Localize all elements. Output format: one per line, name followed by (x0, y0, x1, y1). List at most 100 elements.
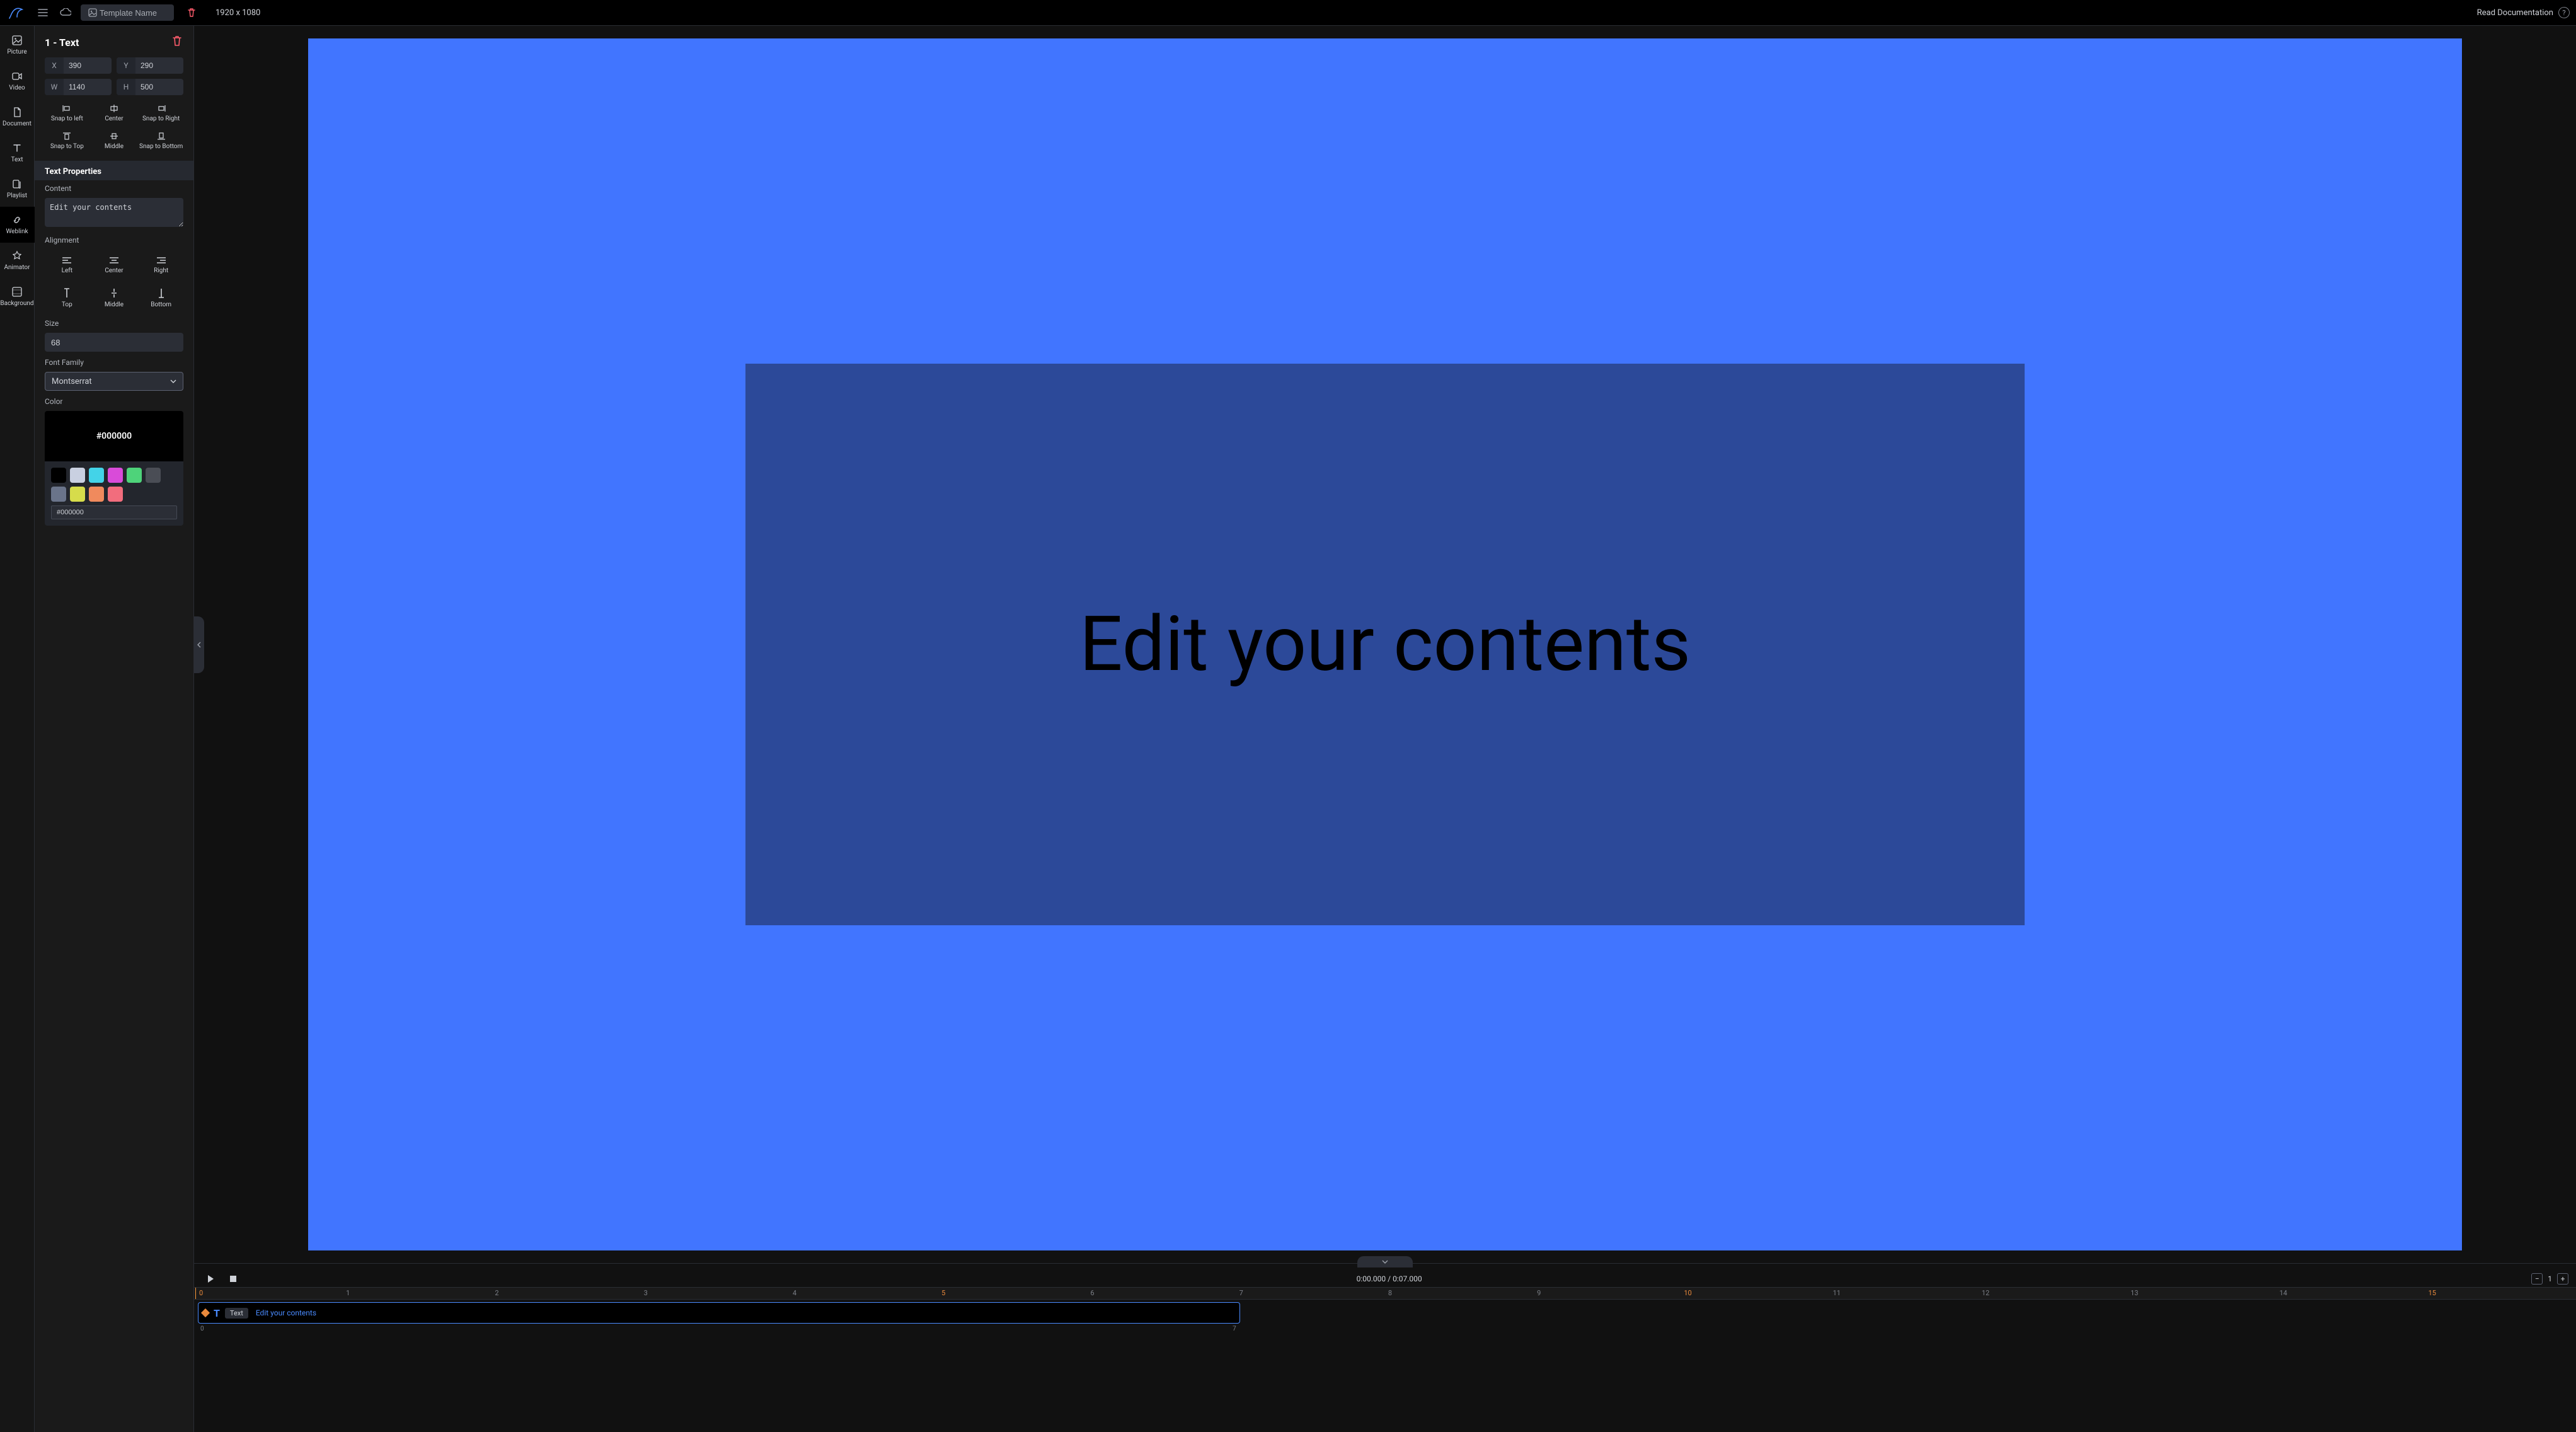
keyframe-icon (201, 1308, 210, 1317)
zoom-out-button[interactable]: − (2531, 1273, 2543, 1285)
clip-preview-text: Edit your contents (256, 1308, 316, 1317)
ruler-tick-13: 13 (2130, 1289, 2138, 1297)
zoom-value: 1 (2548, 1274, 2552, 1283)
ruler-tick-6: 6 (1090, 1289, 1094, 1297)
template-name-input[interactable] (100, 8, 169, 18)
snap-center-button[interactable]: Center (92, 104, 137, 129)
template-name-input-wrap (81, 4, 174, 21)
color-swatch-2[interactable] (89, 468, 104, 483)
color-swatch-4[interactable] (127, 468, 142, 483)
ruler-tick-5: 5 (941, 1289, 945, 1297)
size-w-input[interactable] (64, 79, 112, 95)
pos-x-field[interactable]: X (45, 57, 112, 74)
tool-background-label: Background (0, 300, 33, 307)
help-icon[interactable]: ? (2558, 7, 2570, 18)
canvas-text-element[interactable]: Edit your contents (745, 364, 2025, 925)
timeline-ruler[interactable]: 0123456789101112131415 (194, 1288, 2576, 1300)
align-center-button[interactable]: Center (92, 250, 137, 280)
ruler-tick-3: 3 (644, 1289, 648, 1297)
font-size-input[interactable] (45, 333, 183, 352)
stop-button[interactable] (224, 1271, 242, 1286)
align-middle-button[interactable]: Middle (92, 282, 137, 313)
app-logo[interactable] (8, 4, 25, 21)
color-hex-input[interactable] (51, 505, 177, 519)
play-button[interactable] (202, 1271, 219, 1286)
properties-panel: 1 - Text X Y W H Snap to left Center Sna… (35, 26, 194, 1432)
canvas-area: Edit your contents (194, 26, 2576, 1263)
tool-playlist-label: Playlist (7, 192, 27, 199)
tool-animator[interactable]: Animator (0, 243, 35, 279)
align-left-button[interactable]: Left (45, 250, 89, 280)
snap-left-button[interactable]: Snap to left (45, 104, 89, 129)
ruler-tick-2: 2 (495, 1289, 498, 1297)
color-swatch-0[interactable] (51, 468, 66, 483)
snap-bottom-button[interactable]: Snap to Bottom (139, 132, 183, 157)
template-image-icon (86, 4, 100, 21)
color-swatch-3[interactable] (108, 468, 123, 483)
delete-element-button[interactable] (171, 35, 183, 50)
ruler-tick-4: 4 (793, 1289, 796, 1297)
pos-y-field[interactable]: Y (117, 57, 183, 74)
color-swatch-7[interactable] (70, 487, 85, 502)
color-swatch-5[interactable] (146, 468, 161, 483)
color-swatch-9[interactable] (108, 487, 123, 502)
color-label: Color (35, 393, 193, 408)
ruler-tick-9: 9 (1537, 1289, 1541, 1297)
size-h-input[interactable] (135, 79, 183, 95)
tool-background[interactable]: Background (0, 279, 35, 315)
color-swatch-1[interactable] (70, 468, 85, 483)
tool-document-label: Document (3, 120, 32, 127)
tool-weblink[interactable]: Weblink (0, 207, 35, 243)
timeline-playhead[interactable] (195, 1288, 196, 1299)
ruler-tick-10: 10 (1684, 1289, 1691, 1297)
text-type-icon: T (214, 1307, 220, 1319)
tool-document[interactable]: Document (0, 99, 35, 135)
tool-video-label: Video (9, 84, 25, 91)
size-label: Size (35, 315, 193, 330)
size-w-field[interactable]: W (45, 79, 112, 95)
content-textarea[interactable] (45, 198, 183, 227)
color-preview-box[interactable]: #000000 (45, 411, 183, 461)
tool-video[interactable]: Video (0, 63, 35, 99)
hamburger-icon[interactable] (34, 4, 52, 21)
size-h-field[interactable]: H (117, 79, 183, 95)
canvas-text-content: Edit your contents (1079, 599, 1691, 689)
snap-middle-button[interactable]: Middle (92, 132, 137, 157)
time-display: 0:00.000 / 0:07.000 (247, 1274, 2531, 1283)
left-toolbar: Picture Video Document Text Playlist Web… (0, 26, 35, 1432)
tool-picture-label: Picture (7, 49, 26, 55)
tool-text[interactable]: Text (0, 135, 35, 171)
align-right-button[interactable]: Right (139, 250, 183, 280)
tool-picture[interactable]: Picture (0, 27, 35, 63)
timeline-rows: T Text Edit your contents 0 7 (194, 1300, 2576, 1432)
canvas-dimensions-label: 1920 x 1080 (216, 8, 260, 18)
ruler-tick-7: 7 (1239, 1289, 1243, 1297)
content-label: Content (35, 180, 193, 195)
clip-start-time: 0 (200, 1325, 204, 1332)
clip-type-badge: Text (225, 1308, 248, 1319)
font-family-select[interactable]: Montserrat (45, 372, 183, 391)
snap-right-button[interactable]: Snap to Right (139, 104, 183, 129)
pos-x-input[interactable] (64, 57, 112, 74)
selected-element-title: 1 - Text (45, 37, 79, 49)
tool-playlist[interactable]: Playlist (0, 171, 35, 207)
canvas-stage[interactable]: Edit your contents (308, 38, 2463, 1250)
cloud-upload-icon[interactable] (57, 4, 74, 21)
ruler-tick-11: 11 (1833, 1289, 1841, 1297)
align-bottom-button[interactable]: Bottom (139, 282, 183, 313)
color-swatch-8[interactable] (89, 487, 104, 502)
ruler-tick-15: 15 (2429, 1289, 2436, 1297)
font-family-label: Font Family (35, 354, 193, 369)
tool-weblink-label: Weblink (6, 228, 28, 235)
tool-text-label: Text (11, 156, 23, 163)
collapse-panel-button[interactable] (194, 616, 204, 673)
align-top-button[interactable]: Top (45, 282, 89, 313)
timeline-toggle-button[interactable] (1357, 1256, 1413, 1267)
color-swatch-6[interactable] (51, 487, 66, 502)
read-documentation-link[interactable]: Read Documentation (2477, 8, 2553, 18)
pos-y-input[interactable] (135, 57, 183, 74)
snap-top-button[interactable]: Snap to Top (45, 132, 89, 157)
zoom-in-button[interactable]: + (2557, 1273, 2568, 1285)
delete-template-button[interactable] (183, 4, 200, 21)
timeline-clip[interactable]: T Text Edit your contents (198, 1302, 1240, 1324)
